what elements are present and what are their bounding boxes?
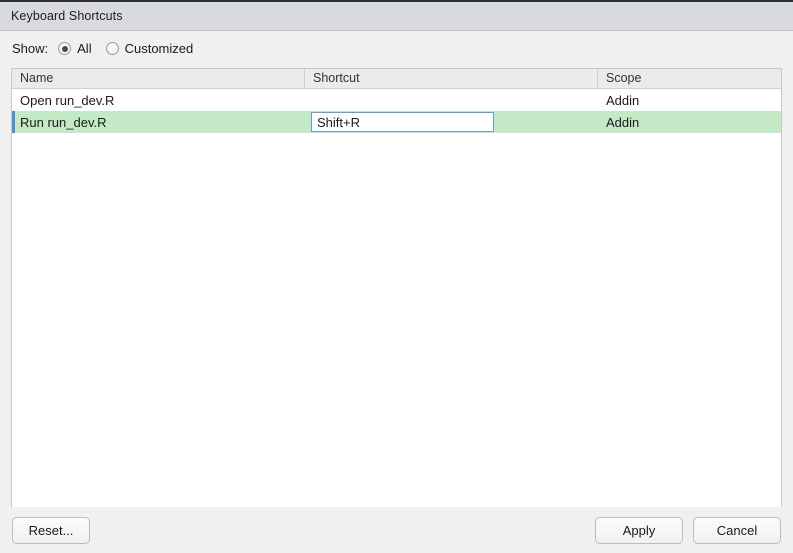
dialog-title: Keyboard Shortcuts	[11, 9, 123, 23]
keyboard-shortcuts-dialog: Keyboard Shortcuts Show: All Customized …	[0, 0, 793, 553]
cell-scope: Addin	[606, 114, 640, 130]
apply-button[interactable]: Apply	[595, 516, 683, 544]
dialog-titlebar: Keyboard Shortcuts	[0, 2, 793, 31]
cell-name: Open run_dev.R	[20, 92, 115, 108]
show-label: Show:	[12, 41, 49, 56]
column-header-name[interactable]: Name	[12, 69, 305, 88]
table-body: Open run_dev.R Addin Run run_dev.R Addin	[12, 89, 781, 133]
radio-customized-label: Customized	[124, 41, 194, 56]
cell-name: Run run_dev.R	[20, 114, 107, 130]
shortcuts-table: Name Shortcut Scope Open run_dev.R Addin…	[11, 68, 782, 509]
radio-all-label: All	[77, 41, 92, 56]
filter-toolbar: Show: All Customized run_dev	[0, 31, 793, 92]
footer-actions: Apply Cancel	[595, 516, 781, 544]
radio-all[interactable]: All	[58, 41, 92, 56]
dialog-footer: Reset... Apply Cancel	[0, 507, 793, 553]
column-header-scope[interactable]: Scope	[598, 69, 781, 88]
cell-shortcut[interactable]	[305, 111, 598, 133]
table-header-row: Name Shortcut Scope	[12, 69, 781, 89]
cancel-button[interactable]: Cancel	[693, 516, 781, 544]
table-row[interactable]: Run run_dev.R Addin	[12, 111, 781, 133]
reset-button[interactable]: Reset...	[12, 516, 90, 544]
radio-customized[interactable]: Customized	[105, 41, 194, 56]
shortcut-edit-input[interactable]	[311, 112, 494, 132]
show-radio-group: All Customized	[58, 41, 207, 56]
table-row[interactable]: Open run_dev.R Addin	[12, 89, 781, 111]
radio-customized-indicator	[105, 42, 119, 55]
cell-shortcut[interactable]	[305, 89, 598, 111]
cell-scope: Addin	[606, 92, 640, 108]
radio-all-indicator	[58, 42, 72, 55]
column-header-shortcut[interactable]: Shortcut	[305, 69, 598, 88]
